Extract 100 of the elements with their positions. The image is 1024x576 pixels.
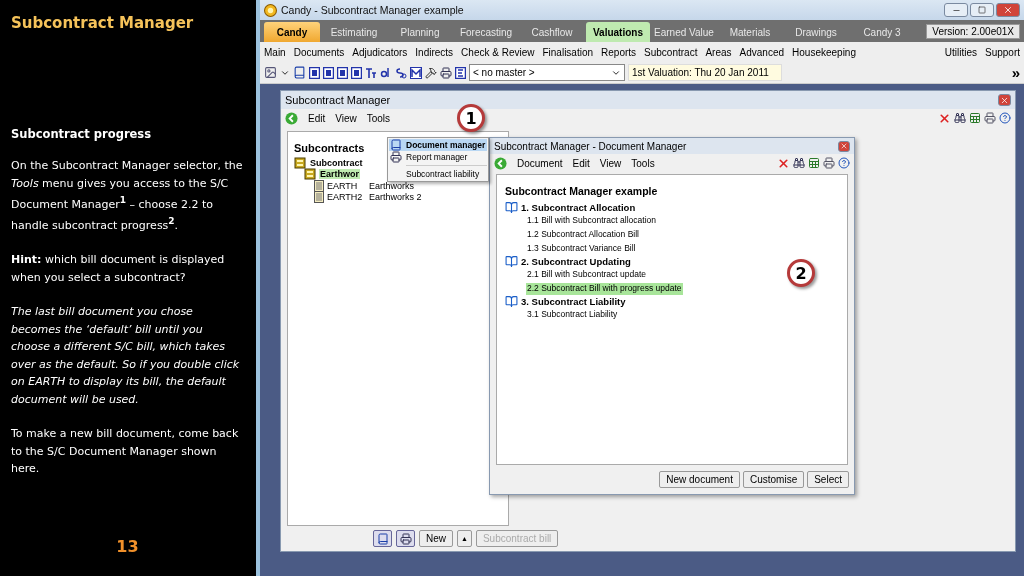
- dialog-button[interactable]: New document: [659, 471, 740, 488]
- menu-item[interactable]: Document manager: [389, 139, 487, 151]
- menu-item[interactable]: Subcontract: [644, 46, 698, 58]
- hammer-icon[interactable]: [425, 66, 437, 79]
- menu-item[interactable]: Edit: [308, 112, 326, 124]
- printer-icon[interactable]: [984, 112, 996, 124]
- menu-item[interactable]: Report manager: [389, 151, 487, 163]
- bill-entry[interactable]: 2.1 Bill with Subcontract update: [526, 269, 648, 281]
- menu-item[interactable]: View: [335, 112, 357, 124]
- tab[interactable]: Cashflow: [520, 22, 584, 42]
- maximize-button[interactable]: [970, 3, 994, 17]
- menu-item[interactable]: Advanced: [739, 46, 785, 58]
- toolbar-icon[interactable]: [351, 66, 362, 79]
- toolbar-icon[interactable]: [455, 66, 466, 79]
- toolbar-icon[interactable]: [410, 66, 422, 79]
- panel-heading: Subcontracts: [294, 142, 365, 154]
- menu-item[interactable]: View: [599, 157, 622, 169]
- dialog-button[interactable]: Customise: [742, 471, 805, 488]
- section-title[interactable]: 3. Subcontract Liability: [521, 295, 626, 307]
- book-button[interactable]: [373, 530, 392, 547]
- tab[interactable]: Earned Value: [652, 22, 716, 42]
- book-icon: [376, 532, 389, 545]
- menu-item[interactable]: Check & Review: [461, 46, 535, 58]
- section-title[interactable]: 2. Subcontract Updating: [521, 255, 631, 267]
- back-icon[interactable]: [494, 156, 507, 170]
- menu-item[interactable]: Areas: [705, 46, 732, 58]
- tree-item[interactable]: Earthworks: [368, 180, 415, 191]
- tab[interactable]: Planning: [388, 22, 452, 42]
- subcontract-code: EARTH: [327, 180, 359, 191]
- dialog-button[interactable]: Select: [807, 471, 849, 488]
- menu-item[interactable]: Edit: [572, 157, 590, 169]
- master-dropdown[interactable]: < no master >: [469, 64, 625, 81]
- help-icon[interactable]: [838, 157, 850, 169]
- menu-item[interactable]: Indirects: [415, 46, 454, 58]
- close-button[interactable]: [998, 94, 1011, 106]
- new-button[interactable]: New: [419, 530, 453, 547]
- menu-item[interactable]: Main: [264, 46, 286, 58]
- menu-item[interactable]: Adjudicators: [352, 46, 408, 58]
- menu-item[interactable]: Reports: [601, 46, 637, 58]
- toolbar-icon[interactable]: [395, 66, 407, 79]
- printer-icon[interactable]: [823, 157, 835, 169]
- spreadsheet-icon[interactable]: [969, 112, 981, 124]
- menu-item[interactable]: Housekeeping: [792, 46, 856, 58]
- menu-item[interactable]: Document: [517, 157, 563, 169]
- tab[interactable]: Drawings: [784, 22, 848, 42]
- tab[interactable]: Candy: [264, 22, 320, 42]
- subcontract-code: EARTH2: [327, 192, 364, 203]
- printer-icon: [390, 151, 402, 163]
- close-button[interactable]: [996, 3, 1020, 17]
- bill-entry[interactable]: 1.1 Bill with Subcontract allocation: [526, 215, 657, 227]
- image-icon[interactable]: [264, 66, 277, 79]
- tab[interactable]: Estimating: [322, 22, 386, 42]
- close-button[interactable]: [838, 140, 850, 152]
- menu-item[interactable]: Subcontract liability: [389, 168, 487, 180]
- print-button[interactable]: [396, 530, 415, 547]
- menu-item[interactable]: Tools: [631, 157, 655, 169]
- delete-icon[interactable]: [938, 111, 951, 125]
- tree-item[interactable]: Earthwor: [319, 169, 360, 180]
- tree-item[interactable]: Subcontract: [309, 157, 364, 168]
- tab[interactable]: Forecasting: [454, 22, 518, 42]
- minimize-button[interactable]: [944, 3, 968, 17]
- paragraph: The last bill document you chose becomes the ‘default’ bill until you choose a different S/C bill, which takes over as the default. So if you double click on EARTH to display its bill, the default document will be used.: [11, 304, 241, 408]
- book-icon: [390, 139, 402, 151]
- search-icon[interactable]: [954, 112, 966, 124]
- close-icon: [1000, 95, 1009, 105]
- toolbar-icon[interactable]: [380, 66, 392, 79]
- menu-item[interactable]: Utilities: [944, 46, 977, 58]
- search-icon[interactable]: [793, 157, 805, 169]
- toolbar-icon[interactable]: [337, 66, 348, 79]
- toolbar-icon[interactable]: [309, 66, 320, 79]
- toolbar-icon[interactable]: [323, 66, 334, 79]
- menu-item[interactable]: Support: [984, 46, 1020, 58]
- slide-subtitle: Subcontract progress: [11, 127, 153, 141]
- window-title: Subcontract Manager: [285, 94, 391, 106]
- section-title[interactable]: 1. Subcontract Allocation: [521, 201, 636, 213]
- version-label: Version: 2.00e01X: [926, 23, 1020, 39]
- bill-entry[interactable]: 1.2 Subcontract Allocation Bill: [526, 229, 640, 241]
- tab[interactable]: Valuations: [586, 22, 650, 42]
- bill-entry[interactable]: 3.1 Subcontract Liability: [526, 309, 619, 321]
- toolbar-icon[interactable]: [365, 66, 377, 79]
- tree-item[interactable]: Earthworks 2: [368, 192, 423, 203]
- bill-entry[interactable]: 2.2 Subcontract Bill with progress update: [526, 283, 683, 295]
- tab[interactable]: Materials: [718, 22, 782, 42]
- document-icon: [314, 179, 324, 192]
- delete-icon[interactable]: [777, 156, 790, 170]
- printer-icon: [399, 532, 412, 545]
- slide-title: Subcontract Manager: [11, 14, 195, 32]
- printer-icon[interactable]: [440, 66, 452, 79]
- menu-item[interactable]: Documents: [293, 46, 345, 58]
- book-icon: [505, 294, 518, 308]
- bill-entry[interactable]: 1.3 Subcontract Variance Bill: [526, 243, 637, 255]
- back-icon[interactable]: [285, 111, 298, 125]
- menu-item[interactable]: Finalisation: [542, 46, 594, 58]
- book-icon[interactable]: [293, 66, 306, 79]
- menu-item[interactable]: Tools: [366, 112, 391, 124]
- tab[interactable]: Candy 3: [850, 22, 914, 42]
- overflow-button[interactable]: »: [1011, 64, 1020, 81]
- help-icon[interactable]: [999, 112, 1011, 124]
- paragraph: On the Subcontract Manager selector, the Tools menu gives you access to the S/C Document Manager$^{1}$ – choose 2.2 to handle subcontract progress$^{2}$.: [11, 158, 244, 234]
- spreadsheet-icon[interactable]: [808, 157, 820, 169]
